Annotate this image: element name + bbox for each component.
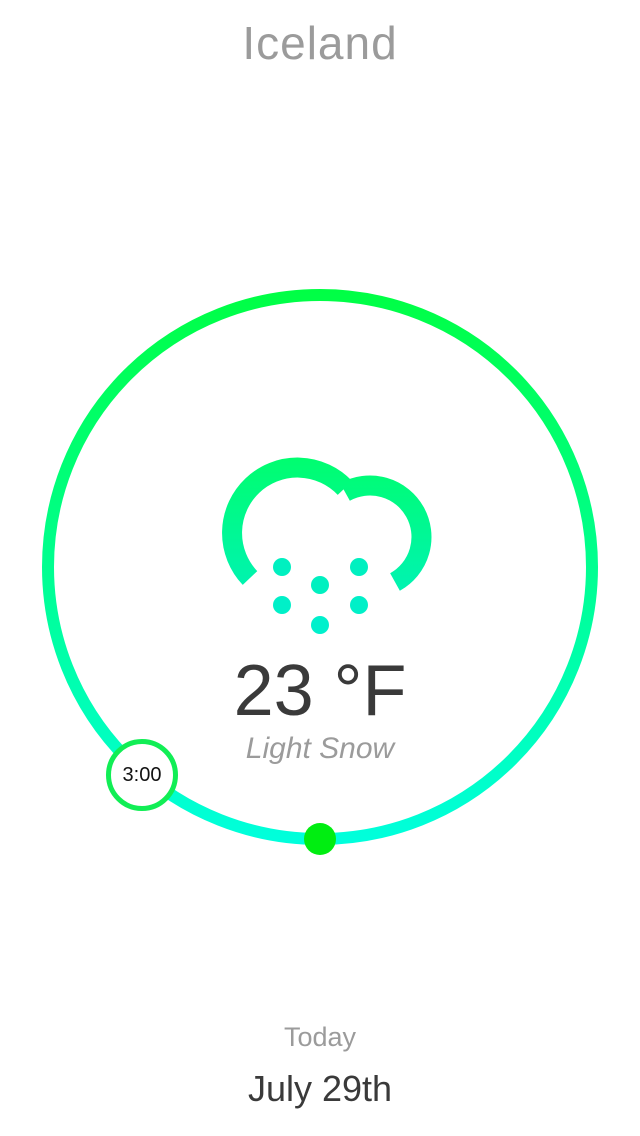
selected-time-label: 3:00 xyxy=(122,763,162,786)
snow-cloud-icon xyxy=(222,457,432,634)
dial-handle[interactable] xyxy=(304,823,336,855)
time-dial xyxy=(42,289,598,855)
condition-label: Light Snow xyxy=(245,732,395,765)
weather-screen: Iceland 23 °F Light Snow 3:00 Today July… xyxy=(0,0,640,1136)
time-selector-bubble[interactable]: 3:00 xyxy=(106,739,178,811)
day-label: Today xyxy=(283,1022,357,1052)
temperature-value: 23 °F xyxy=(233,651,407,731)
date-label: July 29th xyxy=(247,1068,393,1109)
